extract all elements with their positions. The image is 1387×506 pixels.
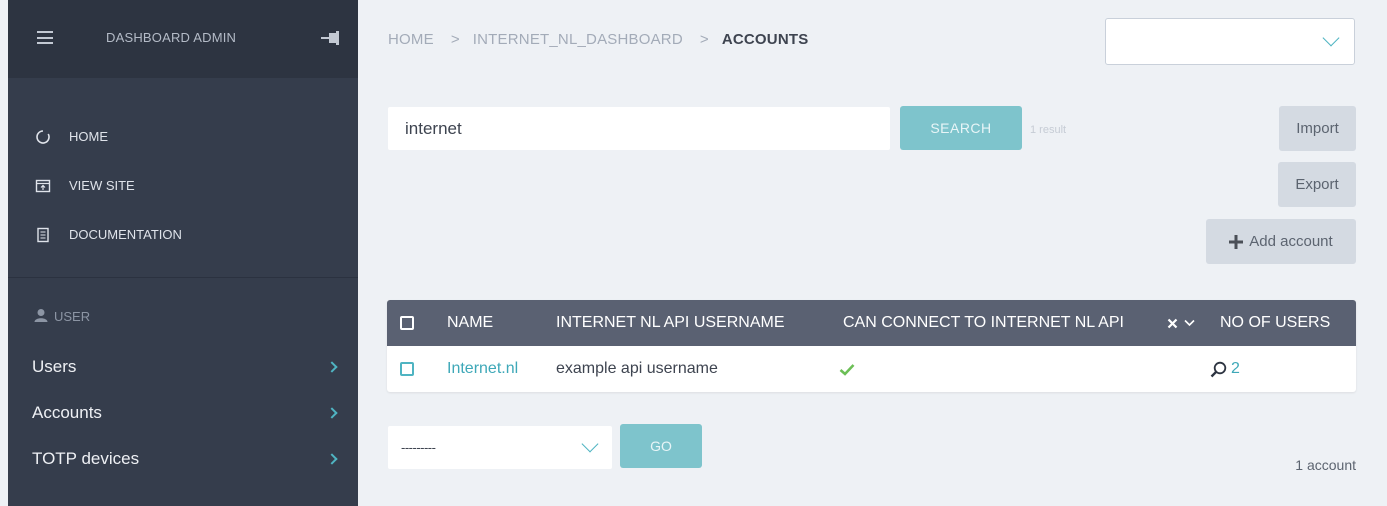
sidebar-item-label: Users — [32, 357, 77, 376]
add-account-label: Add account — [1249, 233, 1333, 250]
column-header-name[interactable]: NAME — [447, 300, 493, 346]
chevron-right-icon — [326, 407, 338, 419]
top-select[interactable] — [1105, 18, 1355, 65]
no-of-users-cell[interactable]: 2 — [1210, 346, 1240, 392]
sidebar-section-label: USER — [54, 309, 91, 324]
results-table: NAME INTERNET NL API USERNAME CAN CONNEC… — [387, 300, 1356, 392]
sidebar-link-label: HOME — [69, 129, 108, 144]
sidebar-links: HOME VIEW SITE DOCUMENTATION — [8, 112, 358, 259]
import-button[interactable]: Import — [1279, 106, 1356, 151]
plus-icon — [1229, 234, 1244, 249]
export-button[interactable]: Export — [1278, 162, 1356, 207]
search-input[interactable] — [388, 107, 890, 150]
sidebar-link-view-site[interactable]: VIEW SITE — [8, 161, 358, 210]
account-name-link[interactable]: Internet.nl — [447, 346, 518, 392]
breadcrumb-home[interactable]: HOME — [388, 31, 434, 48]
go-button[interactable]: GO — [620, 424, 702, 468]
sidebar-models: Users Accounts TOTP devices — [8, 344, 358, 482]
paginator: 1 account — [1295, 457, 1356, 473]
sidebar-section-user[interactable]: USER — [34, 308, 90, 325]
sidebar-item-label: Accounts — [32, 403, 102, 422]
sidebar-link-label: VIEW SITE — [69, 178, 135, 193]
chevron-down-icon — [1322, 29, 1340, 47]
api-username-cell: example api username — [556, 360, 718, 377]
pin-icon[interactable] — [321, 30, 343, 46]
search-button[interactable]: SEARCH — [900, 106, 1022, 150]
sidebar-divider — [8, 277, 358, 278]
column-header-no-of-users[interactable]: NO OF USERS — [1220, 300, 1330, 346]
action-select[interactable]: --------- — [388, 426, 612, 469]
checkbox-icon — [400, 316, 414, 330]
select-all-checkbox[interactable] — [400, 300, 414, 346]
breadcrumb-current: ACCOUNTS — [721, 31, 809, 48]
add-account-button[interactable]: Add account — [1206, 219, 1356, 264]
table-row: Internet.nl example api username 2 — [387, 346, 1356, 392]
sidebar-link-home[interactable]: HOME — [8, 112, 358, 161]
sidebar-link-documentation[interactable]: DOCUMENTATION — [8, 210, 358, 259]
chevron-down-icon — [581, 435, 599, 453]
row-checkbox[interactable] — [400, 346, 414, 392]
checkmark-icon — [839, 346, 855, 392]
chevron-right-icon — [326, 453, 338, 465]
sidebar-link-label: DOCUMENTATION — [69, 227, 182, 242]
view-site-icon — [34, 177, 51, 194]
sidebar-item-users[interactable]: Users — [8, 344, 358, 390]
breadcrumb-app[interactable]: INTERNET_NL_DASHBOARD — [473, 31, 683, 48]
sidebar: DASHBOARD ADMIN HOME VIEW SITE DOCUMENTA… — [8, 0, 358, 506]
sidebar-item-accounts[interactable]: Accounts — [8, 390, 358, 436]
sort-remove-icon[interactable] — [1167, 300, 1178, 346]
home-icon — [34, 128, 51, 145]
magnifier-icon — [1210, 361, 1227, 377]
no-of-users-link[interactable]: 2 — [1231, 360, 1240, 378]
action-select-value: --------- — [401, 440, 436, 455]
sidebar-header: DASHBOARD ADMIN — [8, 0, 358, 78]
result-count: 1 result — [1030, 124, 1067, 136]
menu-icon[interactable] — [37, 31, 53, 44]
breadcrumb-separator: > — [450, 31, 460, 48]
column-header-can-connect[interactable]: CAN CONNECT TO INTERNET NL API — [843, 300, 1124, 346]
sidebar-item-label: TOTP devices — [32, 449, 140, 468]
breadcrumb: HOME > INTERNET_NL_DASHBOARD > ACCOUNTS — [388, 31, 808, 48]
sort-descending-icon[interactable] — [1184, 300, 1195, 346]
table-header: NAME INTERNET NL API USERNAME CAN CONNEC… — [387, 300, 1356, 346]
breadcrumb-separator: > — [699, 31, 709, 48]
chevron-right-icon — [326, 361, 338, 373]
site-title[interactable]: DASHBOARD ADMIN — [106, 30, 236, 45]
checkbox-icon — [400, 362, 414, 376]
documentation-icon — [34, 226, 51, 243]
user-icon — [34, 308, 48, 325]
sidebar-item-totp-devices[interactable]: TOTP devices — [8, 436, 358, 482]
column-header-api-username[interactable]: INTERNET NL API USERNAME — [556, 300, 785, 346]
